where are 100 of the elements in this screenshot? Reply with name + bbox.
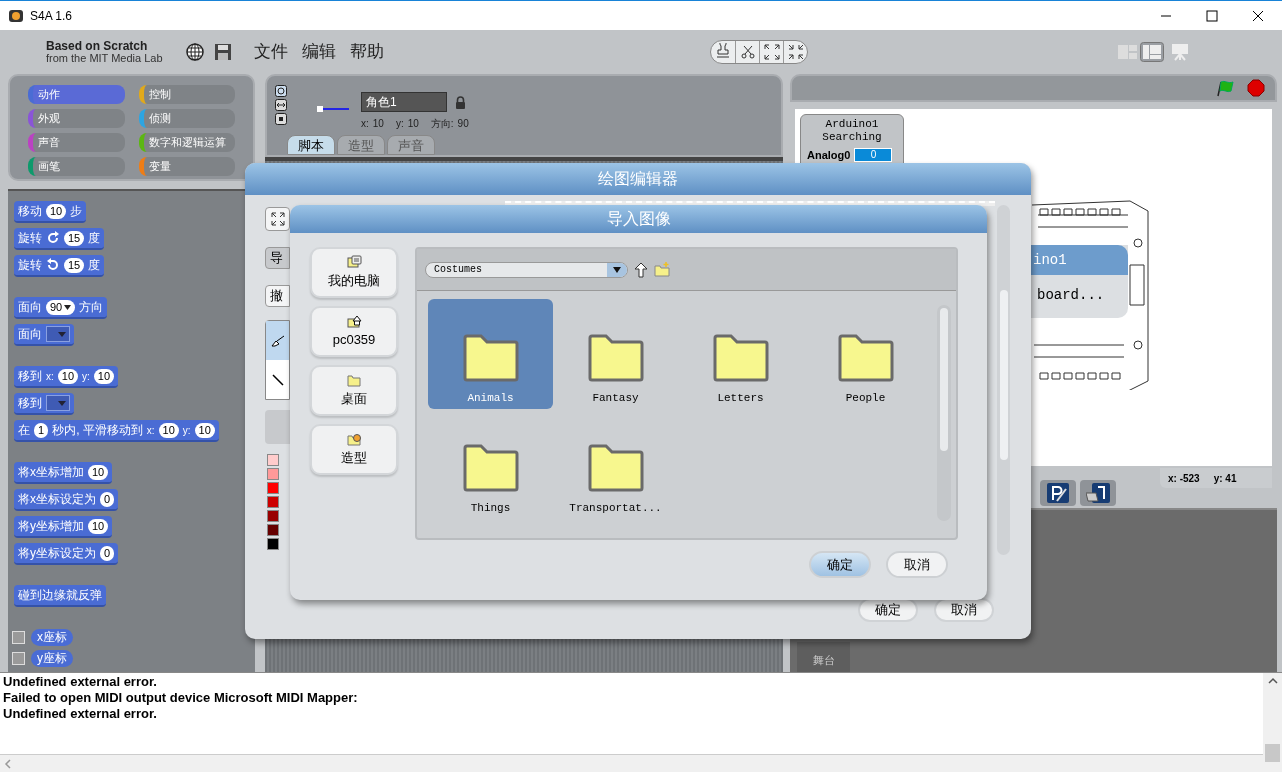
motion-block[interactable]: 将y坐标增加 10 bbox=[14, 516, 113, 538]
location-button[interactable]: pc0359 bbox=[310, 306, 398, 357]
open-sprite-button[interactable] bbox=[1080, 480, 1116, 506]
no-rotate-icon[interactable] bbox=[275, 113, 287, 125]
motion-block[interactable]: 移到 x: 10 y: 10 bbox=[14, 366, 119, 388]
flag-icon[interactable] bbox=[1215, 79, 1235, 97]
scroll-up-icon[interactable] bbox=[1267, 677, 1278, 685]
globe-icon[interactable] bbox=[186, 43, 204, 61]
motion-block[interactable]: 将x坐标设定为 0 bbox=[14, 489, 119, 511]
number-input[interactable]: 10 bbox=[88, 518, 109, 534]
direction-value: 90 bbox=[457, 117, 469, 131]
block-label: 将y坐标增加 bbox=[18, 518, 84, 535]
dropdown-input[interactable] bbox=[46, 395, 70, 411]
location-button[interactable]: 我的电脑 bbox=[310, 247, 398, 298]
block-label: 将x坐标设定为 bbox=[18, 491, 96, 508]
category-button[interactable]: 外观 bbox=[28, 109, 125, 128]
number-input[interactable]: 15 bbox=[64, 257, 85, 273]
motion-block[interactable]: 移到 bbox=[14, 393, 74, 415]
motion-block[interactable]: 面向 90 方向 bbox=[14, 297, 108, 319]
number-input[interactable]: 10 bbox=[88, 464, 109, 480]
folder-item[interactable]: Animals bbox=[428, 299, 553, 409]
horizontal-scrollbar[interactable] bbox=[0, 754, 1263, 772]
file-scrollbar[interactable] bbox=[937, 305, 951, 521]
location-button[interactable]: 造型 bbox=[310, 424, 398, 475]
number-input[interactable]: 10 bbox=[158, 422, 179, 438]
motion-block[interactable]: 将x坐标增加 10 bbox=[14, 462, 113, 484]
stamp-icon[interactable] bbox=[714, 43, 732, 61]
block-label: 面向 bbox=[18, 326, 42, 343]
close-icon[interactable] bbox=[1252, 9, 1264, 22]
editor-button[interactable]: 导 bbox=[265, 247, 290, 269]
motion-block[interactable]: 将y坐标设定为 0 bbox=[14, 543, 119, 565]
number-input[interactable]: 1 bbox=[34, 422, 49, 438]
checkbox[interactable] bbox=[12, 631, 25, 644]
category-button[interactable]: 控制 bbox=[138, 85, 235, 104]
folder-name: Animals bbox=[467, 390, 514, 406]
location-button[interactable]: 桌面 bbox=[310, 365, 398, 416]
vertical-scrollbar[interactable] bbox=[1263, 673, 1282, 772]
grow-icon[interactable] bbox=[762, 43, 781, 61]
category-button[interactable]: 变量 bbox=[138, 157, 235, 176]
number-input[interactable]: 10 bbox=[93, 368, 115, 384]
category-button[interactable]: 动作 bbox=[28, 85, 125, 104]
scroll-thumb[interactable] bbox=[1000, 290, 1008, 460]
category-button[interactable]: 数字和逻辑运算 bbox=[138, 133, 235, 152]
motion-block[interactable]: 移动 10 步 bbox=[14, 201, 87, 223]
ok-button[interactable]: 确定 bbox=[809, 551, 871, 578]
flip-style-icon[interactable] bbox=[275, 99, 287, 111]
folder-item[interactable]: Fantasy bbox=[553, 299, 678, 409]
number-input[interactable]: 0 bbox=[100, 491, 115, 507]
editor-button[interactable]: 撤 bbox=[265, 285, 290, 307]
menu-item[interactable]: 文件 bbox=[254, 39, 288, 65]
motion-block[interactable]: 旋转 15 度 bbox=[14, 255, 105, 277]
tool-options-panel bbox=[265, 410, 290, 444]
scroll-thumb[interactable] bbox=[940, 308, 948, 451]
number-input[interactable]: 15 bbox=[64, 230, 85, 246]
stage-thumbnail[interactable]: 舞台 bbox=[797, 642, 850, 672]
cancel-button[interactable]: 取消 bbox=[886, 551, 948, 578]
normal-stage-icon[interactable] bbox=[1140, 42, 1164, 62]
number-input[interactable]: 10 bbox=[46, 203, 67, 219]
lock-icon[interactable] bbox=[455, 95, 466, 109]
reporter-block[interactable]: y座标 bbox=[31, 650, 73, 667]
fullscreen-button[interactable] bbox=[265, 207, 290, 231]
motion-block[interactable]: 在 1 秒内, 平滑移动到 x: 10 y: 10 bbox=[14, 420, 219, 442]
scissors-icon[interactable] bbox=[738, 43, 757, 61]
scroll-thumb[interactable] bbox=[1265, 744, 1280, 762]
shrink-icon[interactable] bbox=[786, 43, 805, 61]
sprite-tab[interactable]: 脚本 bbox=[287, 135, 335, 155]
number-input[interactable]: 10 bbox=[194, 422, 215, 438]
maximize-icon[interactable] bbox=[1206, 9, 1218, 22]
line-icon bbox=[271, 373, 284, 386]
folder-item[interactable]: Letters bbox=[678, 299, 803, 409]
checkbox[interactable] bbox=[12, 652, 25, 665]
dropdown-input[interactable] bbox=[46, 326, 70, 342]
dropdown-input[interactable]: 90 bbox=[46, 299, 76, 315]
brush-tool[interactable] bbox=[266, 321, 289, 360]
block-label: 秒内, 平滑移动到 bbox=[52, 422, 143, 439]
ok-button[interactable]: 确定 bbox=[858, 598, 918, 622]
category-button[interactable]: 侦测 bbox=[138, 109, 235, 128]
category-button[interactable]: 画笔 bbox=[28, 157, 125, 176]
cancel-button[interactable]: 取消 bbox=[934, 598, 994, 622]
folder-item[interactable]: People bbox=[803, 299, 928, 409]
menu-item[interactable]: 帮助 bbox=[350, 39, 384, 65]
up-folder-icon[interactable] bbox=[634, 261, 648, 278]
reporter-block[interactable]: x座标 bbox=[31, 629, 73, 646]
number-input[interactable]: 10 bbox=[57, 368, 79, 384]
motion-block[interactable]: 面向 bbox=[14, 324, 74, 346]
rotate-style-icon[interactable] bbox=[275, 85, 287, 97]
folder-name: People bbox=[845, 390, 886, 406]
folder-item[interactable]: Things bbox=[428, 409, 553, 519]
save-icon[interactable] bbox=[214, 43, 232, 61]
sprite-name-field[interactable]: 角色1 bbox=[361, 92, 447, 112]
dialog-message: board... bbox=[1036, 286, 1106, 305]
number-input[interactable]: 0 bbox=[100, 545, 115, 561]
costume-folder-icon bbox=[346, 431, 362, 446]
stop-icon[interactable] bbox=[1247, 79, 1265, 97]
folder-item[interactable]: Transportat... bbox=[553, 409, 678, 519]
folder-dropdown[interactable]: Costumes bbox=[425, 261, 628, 278]
motion-block[interactable]: 旋转 15 度 bbox=[14, 228, 105, 250]
menu-item[interactable]: 编辑 bbox=[302, 39, 336, 65]
paint-sprite-button[interactable] bbox=[1040, 480, 1076, 506]
category-button[interactable]: 声音 bbox=[28, 133, 125, 152]
